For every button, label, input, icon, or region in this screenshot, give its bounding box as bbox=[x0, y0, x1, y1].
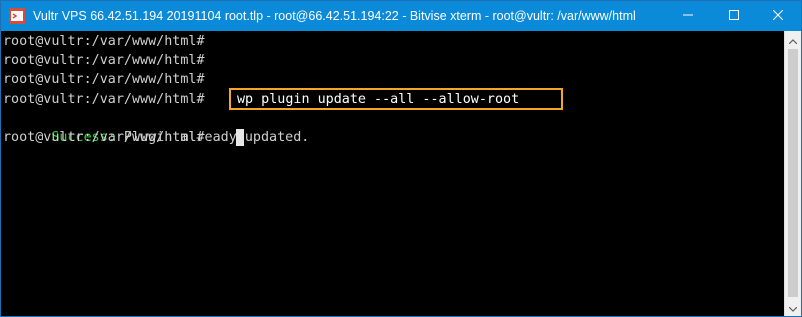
terminal-app-icon[interactable] bbox=[9, 8, 25, 24]
scroll-thumb[interactable] bbox=[788, 49, 798, 297]
scroll-up-arrow-icon bbox=[788, 31, 798, 49]
vertical-scrollbar[interactable] bbox=[784, 31, 801, 316]
highlighted-command: wp plugin update --all --allow-root bbox=[237, 92, 520, 107]
success-line: Success: Plugin already updated. bbox=[3, 109, 309, 145]
scroll-down-button[interactable] bbox=[785, 299, 801, 316]
minimize-icon bbox=[683, 9, 693, 23]
close-button[interactable] bbox=[755, 1, 801, 31]
terminal-line: root@vultr:/var/www/html# bbox=[3, 53, 205, 68]
scroll-down-arrow-icon bbox=[788, 299, 798, 317]
terminal-output[interactable]: root@vultr:/var/www/html# root@vultr:/va… bbox=[1, 31, 784, 316]
title-bar[interactable]: Vultr VPS 66.42.51.194 20191104 root.tlp… bbox=[1, 1, 801, 31]
maximize-icon bbox=[729, 9, 739, 23]
scroll-up-button[interactable] bbox=[785, 31, 801, 48]
terminal-line: root@vultr:/var/www/html# bbox=[3, 34, 205, 49]
text-cursor bbox=[236, 129, 244, 146]
minimize-button[interactable] bbox=[665, 1, 711, 31]
terminal-line: root@vultr:/var/www/html# bbox=[3, 92, 205, 107]
xterm-window: Vultr VPS 66.42.51.194 20191104 root.tlp… bbox=[0, 0, 802, 317]
terminal-line: root@vultr:/var/www/html# bbox=[3, 72, 205, 87]
maximize-button[interactable] bbox=[711, 1, 757, 31]
prompt-line: root@vultr:/var/www/html# bbox=[3, 130, 205, 145]
close-icon bbox=[772, 9, 784, 23]
window-title: Vultr VPS 66.42.51.194 20191104 root.tlp… bbox=[33, 9, 636, 23]
